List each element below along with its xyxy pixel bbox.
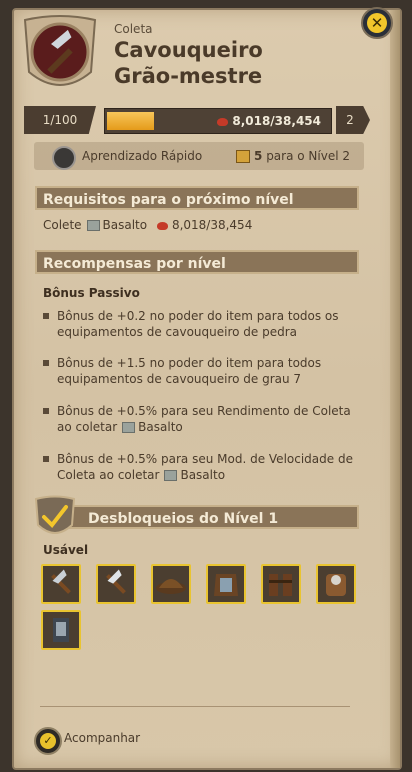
perk-gear-icon	[52, 146, 76, 170]
perk-points: 5 para o Nível 2	[254, 149, 350, 163]
fame-icon	[156, 221, 168, 230]
scrollbar[interactable]	[390, 10, 400, 768]
current-level-badge: 1/100	[24, 106, 96, 134]
cap-icon[interactable]	[151, 564, 191, 604]
usable-label: Usável	[43, 543, 89, 557]
skill-category: Coleta	[114, 22, 153, 36]
divider	[40, 706, 350, 707]
fame-progress-fill	[107, 112, 155, 130]
fame-progress-bar: 8,018/38,454	[104, 108, 332, 134]
bonus-item: Bônus de +1.5 no poder do item para todo…	[43, 355, 351, 389]
bullet-marker	[43, 360, 49, 366]
requirements-heading: Requisitos para o próximo nível	[35, 186, 359, 210]
next-level-badge: 2	[336, 106, 370, 134]
stone-icon	[122, 422, 136, 433]
skill-title: Cavouqueiro Grão-mestre	[114, 37, 263, 89]
follow-toggle[interactable]: ✓	[34, 727, 62, 755]
armor-icon[interactable]	[206, 564, 246, 604]
fame-icon	[217, 117, 229, 126]
pickaxe-icon[interactable]	[96, 564, 136, 604]
fame-value: 8,018/38,454	[217, 109, 321, 133]
passive-bonus-title: Bônus Passivo	[43, 286, 140, 300]
skill-portrait	[23, 15, 97, 86]
follow-label: Acompanhar	[64, 731, 141, 745]
stone-icon	[164, 470, 178, 481]
close-icon: ✕	[367, 13, 387, 33]
perk-name: Aprendizado Rápido	[82, 149, 203, 163]
close-button[interactable]: ✕	[361, 7, 393, 39]
title-line-2: Grão-mestre	[114, 64, 263, 88]
level-progress-row: 1/100 8,018/38,454 2	[24, 106, 370, 134]
requirements-line: Colete Basalto 8,018/38,454	[43, 218, 253, 232]
rewards-heading: Recompensas por nível	[35, 250, 359, 274]
pickaxe-icon[interactable]	[41, 564, 81, 604]
check-icon: ✓	[40, 733, 56, 749]
stone-icon	[86, 220, 100, 231]
backpack-icon[interactable]	[316, 564, 356, 604]
book-icon	[236, 150, 250, 163]
bonus-item: Bônus de +0.5% para seu Mod. de Velocida…	[43, 451, 353, 485]
perk-row[interactable]: Aprendizado Rápido 5 para o Nível 2	[34, 142, 364, 170]
bonus-item: Bônus de +0.2 no poder do item para todo…	[43, 308, 351, 342]
bullet-marker	[43, 456, 49, 462]
bonus-item: Bônus de +0.5% para seu Rendimento de Co…	[43, 403, 351, 437]
unlocks-heading: Desbloqueios do Nível 1	[66, 505, 359, 529]
bullet-marker	[43, 408, 49, 414]
checkmark-shield-icon	[34, 495, 76, 534]
title-line-1: Cavouqueiro	[114, 38, 263, 62]
tool-icon[interactable]	[41, 610, 81, 650]
bullet-marker	[43, 313, 49, 319]
boots-icon[interactable]	[261, 564, 301, 604]
